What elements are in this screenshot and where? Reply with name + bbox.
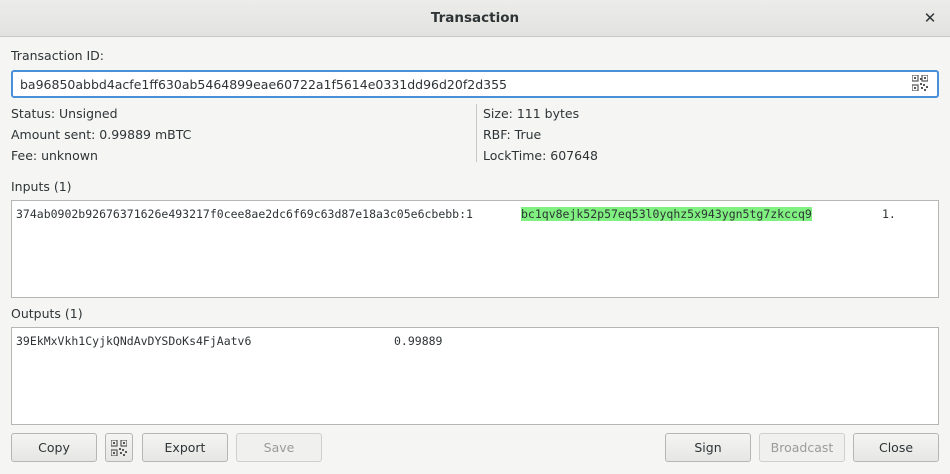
title-bar: Transaction ✕	[0, 0, 950, 37]
output-amount[interactable]: 0.99889	[394, 334, 442, 348]
export-button[interactable]: Export	[142, 433, 228, 462]
save-button[interactable]: Save	[236, 433, 322, 462]
qr-code-icon[interactable]	[912, 75, 928, 91]
input-prevout[interactable]: 374ab0902b92676371626e493217f0cee8ae2dc6…	[16, 207, 473, 221]
locktime-text: LockTime: 607648	[483, 148, 598, 163]
amount-sent-text: Amount sent: 0.99889 mBTC	[11, 127, 192, 142]
txid-label: Transaction ID:	[11, 48, 105, 63]
input-amount[interactable]: 1.	[882, 207, 896, 221]
broadcast-button[interactable]: Broadcast	[759, 433, 845, 462]
txid-field[interactable]: ba96850abbd4acfe1ff630ab5464899eae60722a…	[11, 70, 939, 98]
rbf-text: RBF: True	[483, 127, 542, 142]
size-text: Size: 111 bytes	[483, 106, 580, 121]
txid-value[interactable]: ba96850abbd4acfe1ff630ab5464899eae60722a…	[20, 77, 507, 92]
input-address[interactable]: bc1qv8ejk52p57eq53l0yqhz5x943ygn5tg7zkcc…	[521, 207, 812, 221]
fee-text: Fee: unknown	[11, 148, 98, 163]
window-title: Transaction	[430, 10, 520, 26]
close-icon[interactable]: ✕	[920, 8, 940, 28]
outputs-label: Outputs (1)	[11, 306, 83, 321]
sign-button[interactable]: Sign	[665, 433, 751, 462]
qr-code-icon	[111, 440, 127, 456]
copy-button[interactable]: Copy	[11, 433, 97, 462]
inputs-list[interactable]: 374ab0902b92676371626e493217f0cee8ae2dc6…	[11, 200, 939, 298]
outputs-list[interactable]: 39EkMxVkh1CyjkQNdAvDYSDoKs4FjAatv6 0.998…	[11, 327, 939, 425]
close-button[interactable]: Close	[853, 433, 939, 462]
status-text: Status: Unsigned	[11, 106, 118, 121]
inputs-label: Inputs (1)	[11, 179, 72, 194]
output-address[interactable]: 39EkMxVkh1CyjkQNdAvDYSDoKs4FjAatv6	[16, 334, 251, 348]
info-divider	[476, 104, 477, 162]
qr-code-button[interactable]	[105, 433, 133, 462]
